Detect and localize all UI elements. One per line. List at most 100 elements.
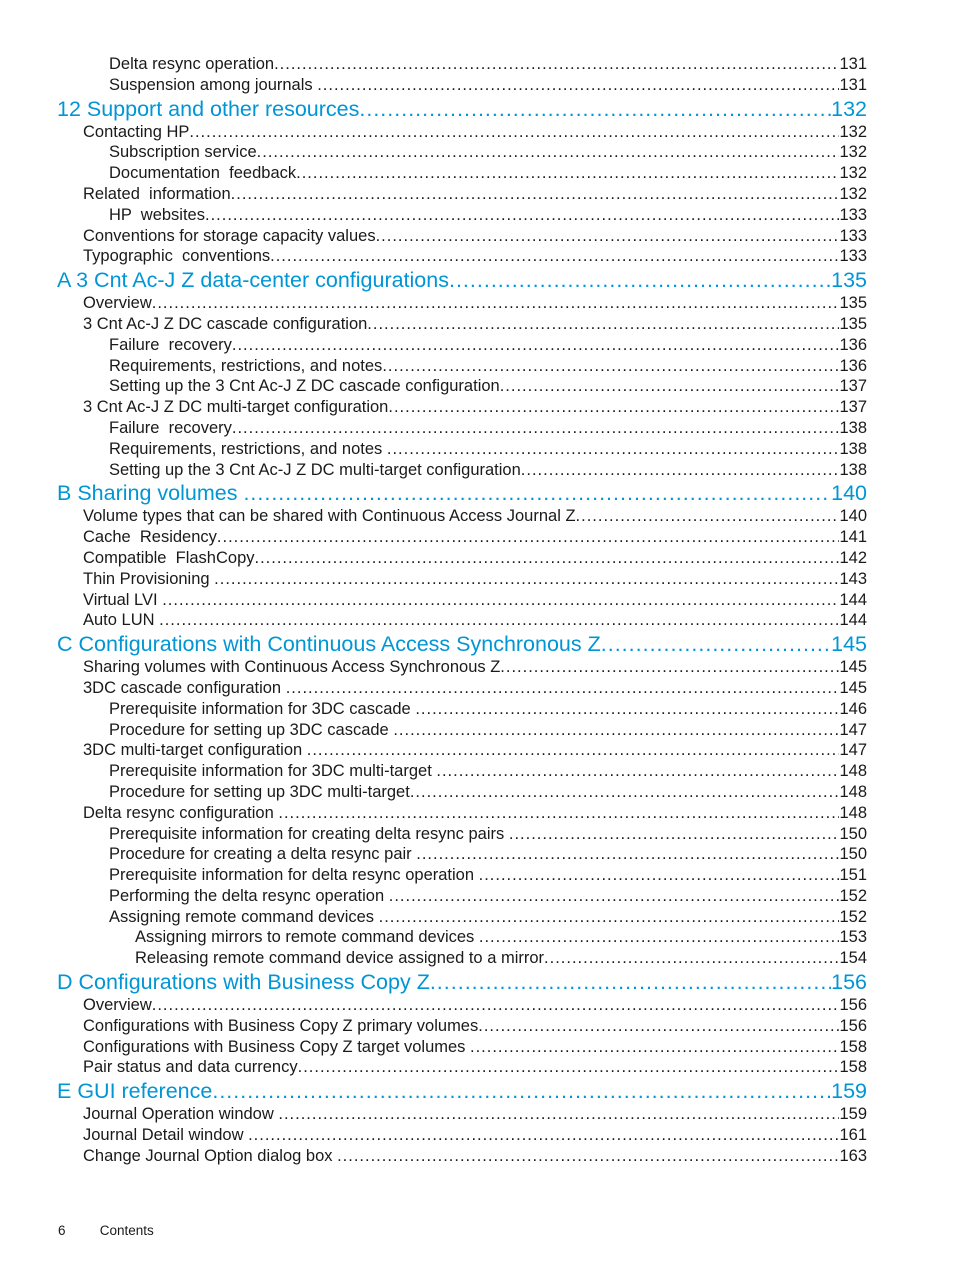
toc-entry[interactable]: 3DC multi-target configuration 147 [0,740,954,761]
toc-chapter-entry[interactable]: 12 Support and other resources 132 [0,96,954,122]
toc-entry[interactable]: Documentation feedback 132 [0,163,954,184]
dot-leader [243,480,831,506]
toc-entry-page-number: 163 [839,1146,867,1165]
toc-entry-page-number: 131 [839,55,867,73]
toc-entry[interactable]: Overview 156 [0,995,954,1016]
toc-entry-title: Thin Provisioning [83,569,215,588]
toc-entry-page-number: 138 [839,418,867,437]
toc-entry[interactable]: Prerequisite information for delta resyn… [0,865,954,886]
toc-entry[interactable]: Journal Operation window 159 [0,1104,954,1125]
page-footer: 6 Contents [58,1223,154,1238]
toc-entry[interactable]: Requirements, restrictions, and notes 136 [0,356,954,377]
toc-entry-title: Prerequisite information for delta resyn… [109,866,479,885]
toc-entry[interactable]: Thin Provisioning 143 [0,569,954,590]
toc-entry[interactable]: Pair status and data currency 158 [0,1057,954,1078]
toc-entry-page-number: 132 [839,143,867,162]
toc-entry-page-number: 154 [839,949,867,968]
toc-entry-title: Delta resync operation [109,55,275,73]
toc-entry[interactable]: Virtual LVI 144 [0,590,954,611]
dot-leader [410,782,840,803]
toc-entry[interactable]: Sharing volumes with Continuous Access S… [0,657,954,678]
toc-entry-title: Failure recovery [109,418,232,437]
toc-entry[interactable]: Delta resync operation 131 [0,54,954,75]
toc-entry[interactable]: Setting up the 3 Cnt Ac-J Z DC multi-tar… [0,460,954,481]
toc-entry[interactable]: Prerequisite information for creating de… [0,824,954,845]
toc-entry-page-number: 142 [839,548,867,567]
toc-entry[interactable]: Releasing remote command device assigned… [0,948,954,969]
toc-entry-title: Conventions for storage capacity values [83,226,376,245]
toc-entry[interactable]: Change Journal Option dialog box 163 [0,1146,954,1167]
dot-leader [521,460,840,481]
toc-entry-title: Setting up the 3 Cnt Ac-J Z DC cascade c… [109,377,500,396]
toc-entry[interactable]: Auto LUN 144 [0,610,954,631]
toc-entry-title: HP websites [109,205,205,224]
toc-chapter-entry[interactable]: A 3 Cnt Ac-J Z data-center configuration… [0,267,954,293]
toc-entry-title: D Configurations with Business Copy Z [57,970,430,995]
toc-entry[interactable]: Configurations with Business Copy Z targ… [0,1037,954,1058]
toc-entry[interactable]: Failure recovery 136 [0,335,954,356]
toc-entry-title: 12 Support and other resources [57,96,360,121]
toc-entry-page-number: 145 [839,678,867,697]
toc-entry[interactable]: Procedure for setting up 3DC cascade 147 [0,720,954,741]
toc-entry[interactable]: Procedure for setting up 3DC multi-targe… [0,782,954,803]
toc-entry[interactable]: 3 Cnt Ac-J Z DC cascade configuration 135 [0,314,954,335]
toc-entry[interactable]: Configurations with Business Copy Z prim… [0,1016,954,1037]
toc-chapter-entry[interactable]: C Configurations with Continuous Access … [0,631,954,657]
toc-entry[interactable]: Setting up the 3 Cnt Ac-J Z DC cascade c… [0,376,954,397]
toc-entry-title: Performing the delta resync operation [109,886,389,905]
toc-entry[interactable]: Prerequisite information for 3DC multi-t… [0,761,954,782]
toc-entry-page-number: 147 [839,741,867,760]
dot-leader [479,865,840,886]
toc-entry-page-number: 159 [839,1105,867,1124]
toc-entry[interactable]: Volume types that can be shared with Con… [0,506,954,527]
dot-leader [205,205,839,226]
toc-entry-title: Configurations with Business Copy Z targ… [83,1037,471,1056]
toc-entry[interactable]: Assigning remote command devices 152 [0,907,954,928]
toc-chapter-entry[interactable]: B Sharing volumes 140 [0,480,954,506]
toc-entry[interactable]: Procedure for creating a delta resync pa… [0,844,954,865]
dot-leader [307,740,840,761]
toc-entry-page-number: 156 [831,970,867,995]
toc-entry[interactable]: Compatible FlashCopy 142 [0,548,954,569]
toc-entry-page-number: 144 [839,611,867,630]
dot-leader [255,548,840,569]
toc-entry-page-number: 147 [839,720,867,739]
toc-entry[interactable]: Typographic conventions 133 [0,246,954,267]
toc-entry[interactable]: Delta resync configuration 148 [0,803,954,824]
dot-leader [317,75,839,96]
toc-entry-title: Procedure for setting up 3DC multi-targe… [109,782,410,801]
toc-entry[interactable]: Subscription service 132 [0,142,954,163]
toc-entry-page-number: 152 [839,907,867,926]
toc-entry[interactable]: Journal Detail window 161 [0,1125,954,1146]
toc-entry[interactable]: Prerequisite information for 3DC cascade… [0,699,954,720]
table-of-contents: Delta resync operation 131 Suspension amon… [0,54,954,1167]
toc-entry[interactable]: Conventions for storage capacity values 1… [0,226,954,247]
toc-entry[interactable]: Assigning mirrors to remote command devi… [0,927,954,948]
dot-leader [478,1016,839,1037]
toc-entry[interactable]: Overview 135 [0,293,954,314]
toc-entry[interactable]: Contacting HP 132 [0,122,954,143]
toc-chapter-entry[interactable]: E GUI reference 159 [0,1078,954,1104]
toc-entry[interactable]: Performing the delta resync operation 15… [0,886,954,907]
toc-entry[interactable]: Suspension among journals 131 [0,75,954,96]
toc-entry-title: B Sharing volumes [57,481,244,506]
toc-entry[interactable]: 3 Cnt Ac-J Z DC multi-target configurati… [0,397,954,418]
toc-entry-page-number: 145 [839,658,867,677]
toc-entry-page-number: 135 [831,268,867,293]
toc-entry[interactable]: Cache Residency 141 [0,527,954,548]
dot-leader [337,1146,839,1167]
toc-entry-title: Requirements, restrictions, and notes [109,439,387,458]
toc-entry[interactable]: Related information 132 [0,184,954,205]
dot-leader [388,397,839,418]
dot-leader [248,1125,839,1146]
dot-leader [270,246,839,267]
toc-entry[interactable]: 3DC cascade configuration 145 [0,678,954,699]
toc-entry-title: Procedure for creating a delta resync pa… [109,845,417,864]
dot-leader [286,678,840,699]
dot-leader [257,142,840,163]
toc-entry[interactable]: HP websites 133 [0,205,954,226]
toc-entry-page-number: 133 [839,226,867,245]
toc-entry[interactable]: Failure recovery 138 [0,418,954,439]
toc-entry[interactable]: Requirements, restrictions, and notes 13… [0,439,954,460]
toc-chapter-entry[interactable]: D Configurations with Business Copy Z 156 [0,969,954,995]
